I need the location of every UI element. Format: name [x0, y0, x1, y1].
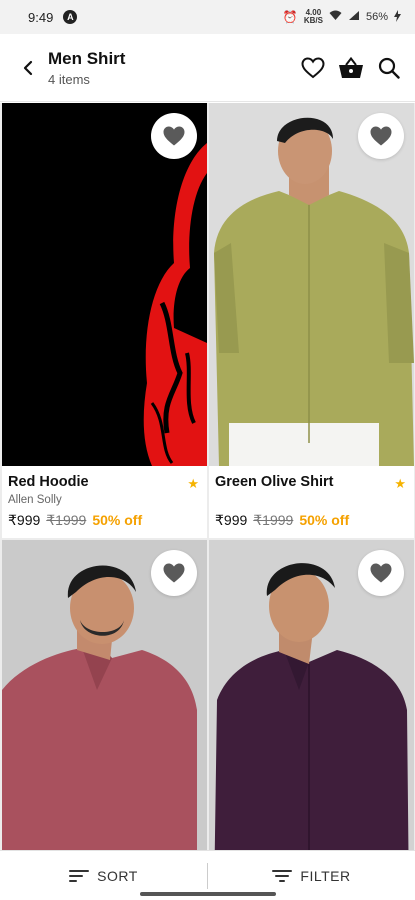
search-button[interactable]	[375, 54, 403, 82]
product-image[interactable]	[209, 540, 414, 850]
alarm-icon: ⏰	[282, 10, 298, 24]
filter-icon	[272, 869, 293, 882]
favorite-button[interactable]	[151, 113, 197, 159]
home-indicator[interactable]	[140, 892, 276, 896]
page-title: Men Shirt	[48, 48, 126, 68]
star-icon: ★	[394, 476, 406, 491]
product-card[interactable]	[209, 540, 414, 850]
notification-app-icon: A	[63, 10, 78, 24]
heart-icon	[370, 126, 392, 146]
search-icon	[378, 57, 400, 79]
network-speed-unit: KB/S	[303, 16, 323, 25]
status-icons: ⏰ 4.00 KB/S 56%	[283, 9, 401, 25]
heart-outline-icon	[301, 56, 325, 78]
signal-icon	[348, 10, 360, 24]
product-name: Green Olive Shirt	[215, 474, 334, 490]
app-header: Men Shirt 4 items	[0, 34, 415, 102]
product-discount: 50% off	[92, 512, 143, 528]
item-count: 4 items	[48, 71, 90, 87]
status-bar: 9:49 A ⏰ 4.00 KB/S 56%	[0, 0, 415, 34]
header-actions	[299, 54, 403, 82]
battery-percent: 56%	[365, 11, 388, 23]
product-card[interactable]: Red Hoodie ★ Allen Solly ₹999 ₹1999 50% …	[2, 103, 207, 538]
product-image[interactable]	[2, 540, 207, 850]
status-time: 9:49	[28, 9, 54, 25]
heart-icon	[163, 563, 185, 583]
chevron-left-icon	[23, 60, 33, 75]
product-brand: Allen Solly	[8, 494, 62, 506]
price-row: ₹999 ₹1999 50% off	[215, 512, 406, 529]
product-price: ₹999	[8, 512, 41, 528]
network-speed: 4.00 KB/S	[304, 9, 323, 25]
battery-charging-icon	[394, 9, 401, 25]
product-card[interactable]: Green Olive Shirt ★ ₹999 ₹1999 50% off	[209, 103, 414, 538]
product-brand	[215, 494, 406, 508]
title-block: Men Shirt 4 items	[48, 49, 125, 87]
product-info: Green Olive Shirt ★ ₹999 ₹1999 50% off	[209, 466, 414, 538]
favorite-button[interactable]	[358, 550, 404, 596]
product-mrp: ₹1999	[253, 512, 294, 528]
sort-icon	[69, 869, 90, 882]
basket-icon	[339, 56, 363, 78]
product-grid: Red Hoodie ★ Allen Solly ₹999 ₹1999 50% …	[0, 103, 415, 850]
filter-label: FILTER	[300, 867, 351, 884]
product-image[interactable]	[209, 103, 414, 466]
star-icon: ★	[187, 476, 199, 491]
back-button[interactable]	[10, 50, 46, 86]
product-discount: 50% off	[299, 512, 350, 528]
product-card[interactable]	[2, 540, 207, 850]
product-price: ₹999	[215, 512, 248, 528]
cart-button[interactable]	[337, 54, 365, 82]
product-mrp: ₹1999	[46, 512, 87, 528]
sort-filter-bar: SORT FILTER	[0, 850, 415, 900]
wifi-icon	[329, 10, 342, 24]
price-row: ₹999 ₹1999 50% off	[8, 512, 199, 529]
heart-icon	[370, 563, 392, 583]
sort-label: SORT	[97, 867, 138, 884]
product-image[interactable]	[2, 103, 207, 466]
product-info: Red Hoodie ★ Allen Solly ₹999 ₹1999 50% …	[2, 466, 207, 538]
heart-icon	[163, 126, 185, 146]
wishlist-button[interactable]	[299, 54, 327, 82]
product-name: Red Hoodie	[8, 474, 89, 490]
favorite-button[interactable]	[151, 550, 197, 596]
favorite-button[interactable]	[358, 113, 404, 159]
